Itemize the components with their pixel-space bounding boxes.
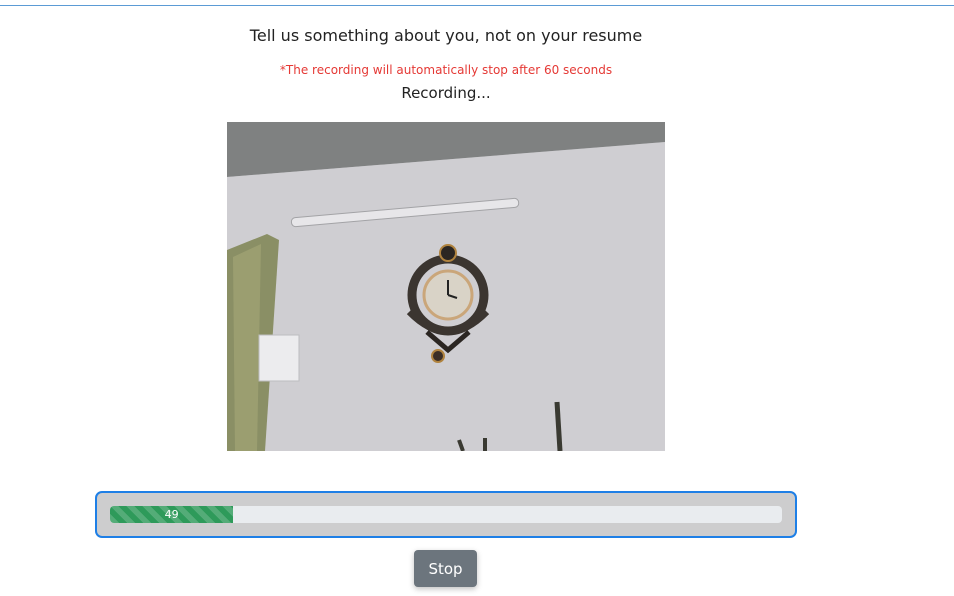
progress-panel: 49 [95,491,797,538]
question-text: Tell us something about you, not on your… [249,26,643,45]
recording-status: Recording... [401,84,491,102]
switch-board [258,334,300,382]
auto-stop-note: *The recording will automatically stop a… [279,63,613,77]
recording-page: Tell us something about you, not on your… [0,0,954,596]
progress-fill: 49 [110,506,234,523]
webcam-scene [227,122,665,451]
stop-button[interactable]: Stop [414,550,477,587]
progress-track: 49 [110,506,782,523]
webcam-video [227,122,665,451]
top-divider [0,0,954,6]
